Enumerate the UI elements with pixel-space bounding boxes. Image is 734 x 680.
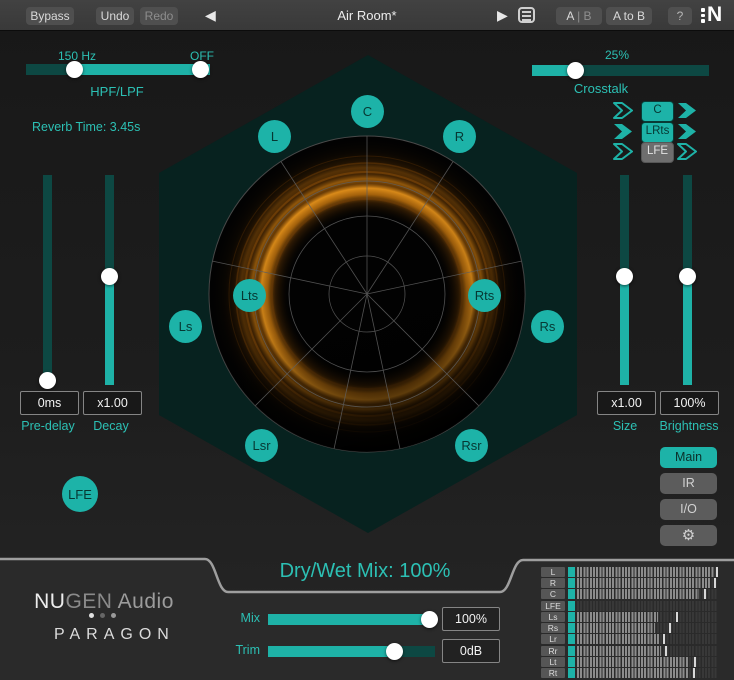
dry-wet-mix-readout: Dry/Wet Mix: 100% xyxy=(279,560,451,582)
settings-button[interactable]: ⚙ xyxy=(660,525,717,546)
crosstalk-value-label: 25% xyxy=(604,48,630,62)
pre-delay-handle[interactable] xyxy=(39,372,56,389)
crosstalk-in-arrow-lrts-icon[interactable] xyxy=(613,123,634,140)
channel-button-rts[interactable]: Rts xyxy=(468,279,501,312)
crosstalk-label: Crosstalk xyxy=(573,81,629,96)
preset-name: Air Room* xyxy=(337,8,397,23)
undo-button[interactable]: Undo xyxy=(96,7,134,25)
size-handle[interactable] xyxy=(616,268,633,285)
channel-button-r[interactable]: R xyxy=(443,120,476,153)
channel-button-l[interactable]: L xyxy=(258,120,291,153)
meter-row-c: C xyxy=(541,589,717,600)
output-meter: L R C LFE Ls Rs Lr Rr Lt Rt xyxy=(541,567,718,678)
mix-slider[interactable] xyxy=(268,614,435,625)
help-button[interactable]: ? xyxy=(668,7,692,25)
ab-toggle-button[interactable]: A | B xyxy=(556,7,602,25)
brightness-handle[interactable] xyxy=(679,268,696,285)
title-bar: Bypass Undo Redo ◀ Air Room* ▶ A | B A t… xyxy=(0,0,734,31)
meter-row-lr: Lr xyxy=(541,634,717,645)
tab-io[interactable]: I/O xyxy=(660,499,717,520)
meter-row-lt: Lt xyxy=(541,656,717,667)
nugen-audio-logo: NUGEN Audio xyxy=(34,590,174,613)
next-preset-icon[interactable]: ▶ xyxy=(497,6,508,24)
channel-button-lfe[interactable]: LFE xyxy=(62,476,98,512)
channel-button-c[interactable]: C xyxy=(351,95,384,128)
crosstalk-channel-c-button[interactable]: C xyxy=(641,101,674,122)
previous-preset-icon[interactable]: ◀ xyxy=(205,6,216,24)
product-name: PARAGON xyxy=(54,626,175,643)
hpf-handle[interactable] xyxy=(66,61,83,78)
channel-button-rs[interactable]: Rs xyxy=(531,310,564,343)
channel-button-rsr[interactable]: Rsr xyxy=(455,429,488,462)
crosstalk-in-arrow-c-icon[interactable] xyxy=(613,102,634,119)
brightness-label: Brightness xyxy=(659,419,719,433)
trim-value[interactable]: 0dB xyxy=(442,639,500,663)
lpf-handle[interactable] xyxy=(192,61,209,78)
crosstalk-out-arrow-lrts-icon[interactable] xyxy=(677,123,698,140)
meter-row-rt: Rt xyxy=(541,667,717,678)
a-to-b-button[interactable]: A to B xyxy=(606,7,652,25)
meter-row-r: R xyxy=(541,578,717,589)
size-value[interactable]: x1.00 xyxy=(597,391,656,415)
meter-row-rr: Rr xyxy=(541,645,717,656)
tab-ir[interactable]: IR xyxy=(660,473,717,494)
trim-slider[interactable] xyxy=(268,646,435,657)
mix-label: Mix xyxy=(240,611,260,625)
channel-button-ls[interactable]: Ls xyxy=(169,310,202,343)
crosstalk-slider[interactable] xyxy=(532,65,709,76)
paragon-plugin-window: Bypass Undo Redo ◀ Air Room* ▶ A | B A t… xyxy=(0,0,734,680)
ab-primary: A xyxy=(566,9,574,23)
crosstalk-out-arrow-lfe-icon[interactable] xyxy=(677,143,698,160)
hpf-lpf-label: HPF/LPF xyxy=(90,84,144,99)
decay-value[interactable]: x1.00 xyxy=(83,391,142,415)
meter-row-l: L xyxy=(541,567,718,577)
ab-secondary: | B xyxy=(573,9,592,23)
channel-button-lsr[interactable]: Lsr xyxy=(245,429,278,462)
pre-delay-slider[interactable] xyxy=(43,175,52,385)
decay-handle[interactable] xyxy=(101,268,118,285)
preset-menu-icon[interactable] xyxy=(518,7,535,23)
crosstalk-out-arrow-c-icon[interactable] xyxy=(677,102,698,119)
logo-dots xyxy=(89,613,116,618)
reverb-time-readout: Reverb Time: 3.45s xyxy=(32,120,141,134)
crosstalk-in-arrow-lfe-icon[interactable] xyxy=(613,143,634,160)
nugen-logo-icon: N xyxy=(701,4,722,26)
trim-label: Trim xyxy=(235,643,260,657)
tab-main[interactable]: Main xyxy=(660,447,717,468)
gear-icon: ⚙ xyxy=(681,527,696,544)
bypass-button[interactable]: Bypass xyxy=(26,7,74,25)
meter-row-lfe: LFE xyxy=(541,600,717,611)
pre-delay-value[interactable]: 0ms xyxy=(20,391,79,415)
hpf-lpf-slider[interactable] xyxy=(26,64,210,75)
meter-row-rs: Rs xyxy=(541,623,717,634)
mix-value[interactable]: 100% xyxy=(442,607,500,631)
channel-button-lts[interactable]: Lts xyxy=(233,279,266,312)
brightness-value[interactable]: 100% xyxy=(660,391,719,415)
crosstalk-channel-lfe-button[interactable]: LFE xyxy=(641,142,674,163)
meter-row-ls: Ls xyxy=(541,611,717,622)
crosstalk-handle[interactable] xyxy=(567,62,584,79)
trim-handle[interactable] xyxy=(386,643,403,660)
redo-button[interactable]: Redo xyxy=(140,7,178,25)
mix-handle[interactable] xyxy=(421,611,438,628)
crosstalk-channel-lrts-button[interactable]: LRts xyxy=(641,122,674,143)
decay-label: Decay xyxy=(93,419,129,433)
